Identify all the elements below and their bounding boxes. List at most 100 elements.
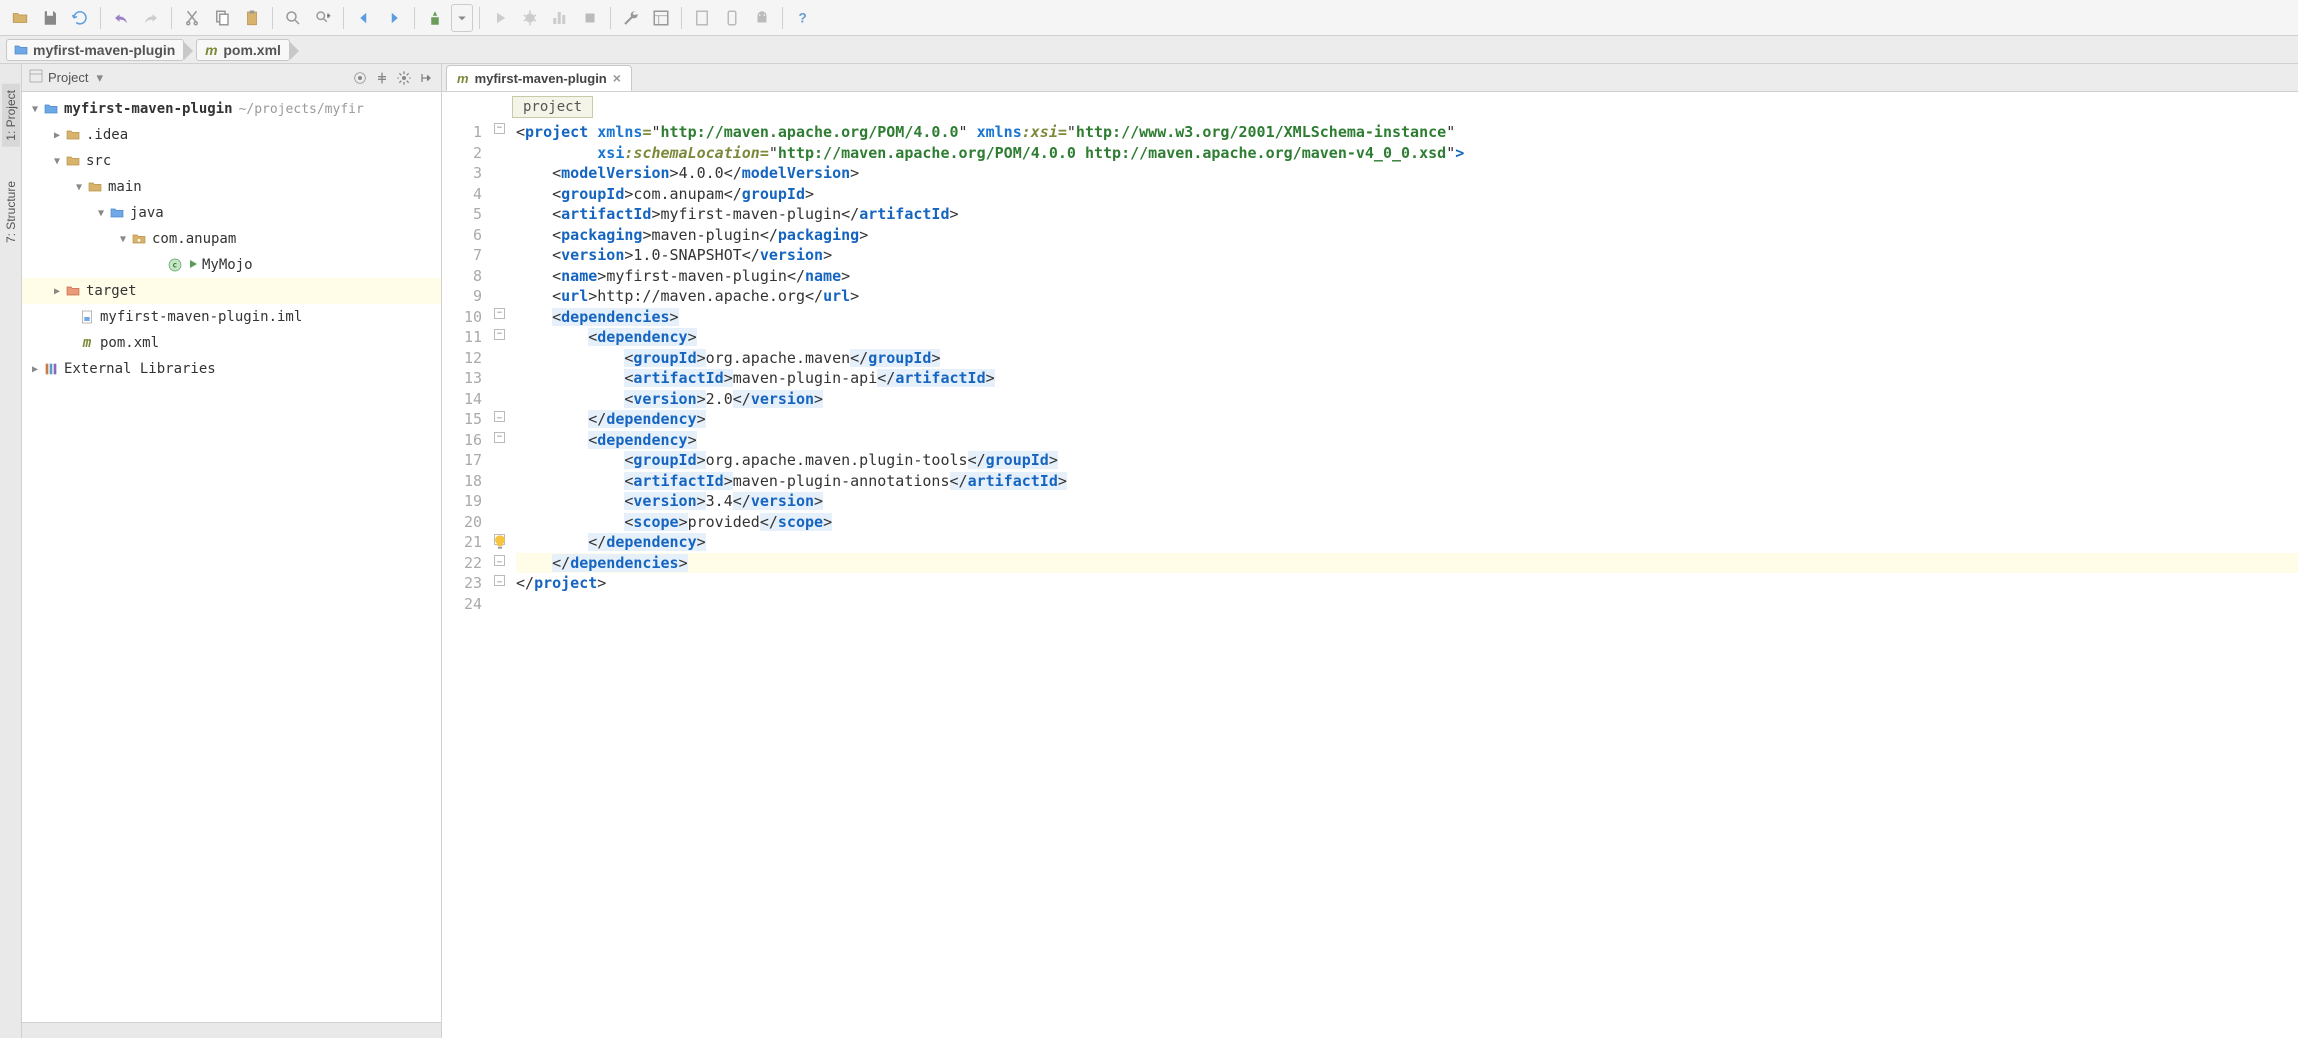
project-tree[interactable]: ▼ myfirst-maven-plugin ~/projects/myfir … (22, 92, 441, 1022)
tree-java-label: java (130, 205, 164, 221)
tree-src[interactable]: ▼ src (22, 148, 441, 174)
chevron-down-icon[interactable]: ▼ (50, 156, 64, 167)
tab-project[interactable]: 1: Project (2, 84, 20, 147)
chevron-down-icon[interactable]: ▾ (96, 70, 103, 86)
breadcrumb-project[interactable]: myfirst-maven-plugin (6, 39, 184, 61)
tab-project-label: 1: Project (4, 90, 18, 141)
module-file-icon (78, 308, 96, 326)
project-structure-icon[interactable] (647, 4, 675, 32)
line-number-gutter: 123456789101112131415161718192021222324 (442, 122, 490, 1038)
tree-main[interactable]: ▼ main (22, 174, 441, 200)
build-icon[interactable] (421, 4, 449, 32)
undo-icon[interactable] (107, 4, 135, 32)
maven-icon: m (457, 71, 469, 86)
xml-breadcrumb-item[interactable]: project (512, 96, 593, 118)
tree-target[interactable]: ▶ target (22, 278, 441, 304)
intention-bulb-icon[interactable] (492, 534, 508, 550)
chevron-right-icon[interactable]: ▶ (50, 286, 64, 297)
close-icon[interactable]: × (613, 70, 621, 86)
breadcrumb-project-label: myfirst-maven-plugin (33, 42, 175, 58)
tree-class-label: MyMojo (202, 257, 253, 273)
fold-marker-end[interactable]: − (494, 411, 505, 422)
tree-pom-label: pom.xml (100, 335, 159, 351)
open-icon[interactable] (6, 4, 34, 32)
tab-structure[interactable]: 7: Structure (2, 175, 20, 249)
cut-icon[interactable] (178, 4, 206, 32)
tree-root-path: ~/projects/myfir (239, 102, 364, 117)
navigation-breadcrumb: myfirst-maven-plugin m pom.xml (0, 36, 2298, 64)
tree-external-libs[interactable]: ▶ External Libraries (22, 356, 441, 382)
folder-icon (86, 178, 104, 196)
forward-icon[interactable] (380, 4, 408, 32)
tree-target-label: target (86, 283, 137, 299)
dropdown-icon[interactable] (451, 4, 473, 32)
svg-text:?: ? (799, 10, 807, 25)
tree-main-label: main (108, 179, 142, 195)
wrench-icon[interactable] (617, 4, 645, 32)
library-icon (42, 360, 60, 378)
tree-java[interactable]: ▼ java (22, 200, 441, 226)
refresh-icon[interactable] (66, 4, 94, 32)
back-icon[interactable] (350, 4, 378, 32)
coverage-icon[interactable] (546, 4, 574, 32)
chevron-down-icon[interactable]: ▼ (28, 104, 42, 115)
chevron-down-icon[interactable]: ▼ (72, 182, 86, 193)
tree-root-label: myfirst-maven-plugin (64, 101, 233, 117)
debug-icon[interactable] (516, 4, 544, 32)
breadcrumb-file-label: pom.xml (223, 42, 281, 58)
chevron-down-icon[interactable]: ▼ (94, 208, 108, 219)
copy-icon[interactable] (208, 4, 236, 32)
editor-area: m myfirst-maven-plugin × project 1234567… (442, 64, 2298, 1038)
folder-icon (64, 152, 82, 170)
project-tool-window: Project ▾ ▼ myfirst-maven-plugin ~/proje… (22, 64, 442, 1038)
save-all-icon[interactable] (36, 4, 64, 32)
tree-idea[interactable]: ▶ .idea (22, 122, 441, 148)
tree-package-label: com.anupam (152, 231, 236, 247)
tree-idea-label: .idea (86, 127, 128, 143)
tree-class[interactable]: c MyMojo (22, 252, 441, 278)
gear-icon[interactable] (395, 69, 413, 87)
module-folder-icon (42, 100, 60, 118)
fold-marker[interactable]: − (494, 432, 505, 443)
redo-icon[interactable] (137, 4, 165, 32)
find-icon[interactable] (279, 4, 307, 32)
code-body[interactable]: <project xmlns="http://maven.apache.org/… (512, 122, 2298, 1038)
tree-pom[interactable]: m pom.xml (22, 330, 441, 356)
android-icon[interactable] (748, 4, 776, 32)
tree-src-label: src (86, 153, 111, 169)
maven-icon: m (203, 42, 219, 58)
horizontal-scrollbar[interactable] (22, 1022, 441, 1038)
collapse-icon[interactable] (373, 69, 391, 87)
tree-package[interactable]: ▼ com.anupam (22, 226, 441, 252)
project-panel-header: Project ▾ (22, 64, 441, 92)
fold-marker[interactable]: − (494, 329, 505, 340)
breadcrumb-file[interactable]: m pom.xml (196, 39, 290, 61)
chevron-right-icon[interactable]: ▶ (28, 364, 42, 375)
paste-icon[interactable] (238, 4, 266, 32)
sdk-icon[interactable] (688, 4, 716, 32)
stop-icon[interactable] (576, 4, 604, 32)
fold-marker[interactable]: − (494, 308, 505, 319)
excluded-folder-icon (64, 282, 82, 300)
tree-ext-label: External Libraries (64, 361, 216, 377)
fold-marker-end[interactable]: − (494, 575, 505, 586)
replace-icon[interactable] (309, 4, 337, 32)
folder-icon (13, 42, 29, 58)
run-icon[interactable] (486, 4, 514, 32)
fold-marker-end[interactable]: − (494, 555, 505, 566)
editor-tab-active[interactable]: m myfirst-maven-plugin × (446, 65, 632, 91)
avd-icon[interactable] (718, 4, 746, 32)
tree-iml-label: myfirst-maven-plugin.iml (100, 309, 302, 325)
chevron-down-icon[interactable]: ▼ (116, 234, 130, 245)
folder-icon (64, 126, 82, 144)
tab-structure-label: 7: Structure (4, 181, 18, 243)
tree-iml[interactable]: myfirst-maven-plugin.iml (22, 304, 441, 330)
source-folder-icon (108, 204, 126, 222)
tree-root[interactable]: ▼ myfirst-maven-plugin ~/projects/myfir (22, 96, 441, 122)
code-editor[interactable]: 123456789101112131415161718192021222324 … (442, 122, 2298, 1038)
target-icon[interactable] (351, 69, 369, 87)
chevron-right-icon[interactable]: ▶ (50, 130, 64, 141)
fold-marker[interactable]: − (494, 123, 505, 134)
hide-icon[interactable] (417, 69, 435, 87)
help-icon[interactable]: ? (789, 4, 817, 32)
